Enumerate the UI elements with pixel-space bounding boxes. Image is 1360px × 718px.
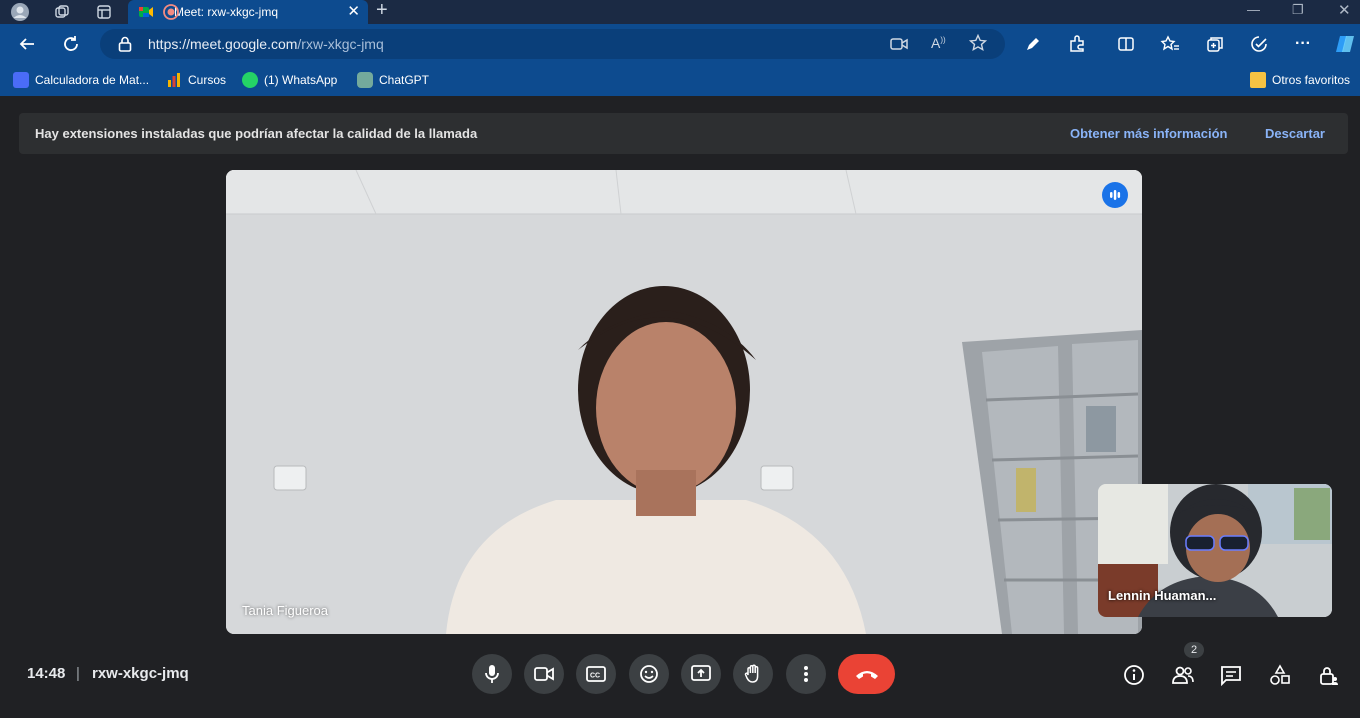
split-screen-icon[interactable]: [1113, 32, 1139, 56]
more-options-button[interactable]: [786, 654, 826, 694]
chatgpt-icon: [357, 72, 373, 88]
restore-icon[interactable]: ❐: [1292, 2, 1304, 18]
activities-button[interactable]: [1265, 660, 1295, 690]
meeting-time: 14:48: [27, 665, 66, 682]
calculator-icon: [13, 72, 29, 88]
bookmark-label: (1) WhatsApp: [264, 73, 338, 87]
main-participant-video[interactable]: Tania Figueroa: [226, 170, 1142, 634]
other-favorites-folder[interactable]: Otros favoritos: [1250, 72, 1350, 88]
more-options-icon[interactable]: ···: [1290, 32, 1316, 56]
bookmarks-bar: Calculadora de Mat... Cursos (1) WhatsAp…: [0, 64, 1360, 96]
chat-icon: [1221, 666, 1241, 686]
close-tab-icon[interactable]: ✕: [347, 2, 360, 20]
camera-button[interactable]: [524, 654, 564, 694]
bookmark-calculadora[interactable]: Calculadora de Mat...: [13, 72, 149, 88]
raise-hand-button[interactable]: [733, 654, 773, 694]
leave-call-button[interactable]: [838, 654, 895, 694]
extensions-icon[interactable]: [1064, 32, 1090, 56]
url-text[interactable]: https://meet.google.com/rxw-xkgc-jmq: [148, 36, 384, 52]
svg-text:CC: CC: [590, 673, 600, 680]
more-vertical-icon: [804, 666, 808, 682]
emoji-icon: [640, 665, 658, 683]
tab-actions-icon[interactable]: [92, 1, 116, 23]
banner-message: Hay extensiones instaladas que podrían a…: [35, 126, 478, 141]
profile-avatar-icon[interactable]: [8, 1, 32, 23]
meet-favicon-icon: [138, 4, 154, 20]
captions-button[interactable]: CC: [576, 654, 616, 694]
url-path: /rxw-xkgc-jmq: [297, 36, 384, 52]
favorite-star-icon[interactable]: [969, 34, 987, 52]
refresh-button[interactable]: [58, 32, 84, 56]
host-controls-button[interactable]: [1314, 660, 1344, 690]
bookmark-chatgpt[interactable]: ChatGPT: [357, 72, 429, 88]
bookmark-cursos[interactable]: Cursos: [166, 72, 226, 88]
lock-person-icon: [1320, 667, 1338, 685]
whatsapp-icon: [242, 72, 258, 88]
hang-up-icon: [855, 671, 878, 679]
self-view-video[interactable]: Lennin Huaman...: [1098, 484, 1332, 617]
shapes-icon: [1270, 664, 1290, 685]
browser-titlebar: Meet: rxw-xkgc-jmq ✕ + — ❐ ✕: [0, 0, 1360, 24]
lock-icon[interactable]: [118, 36, 132, 52]
self-participant-name: Lennin Huaman...: [1108, 588, 1217, 603]
speaking-indicator-icon: [1102, 182, 1128, 208]
camera-permission-icon[interactable]: [890, 36, 908, 52]
copilot-icon[interactable]: [1332, 32, 1358, 56]
arrow-left-icon: [19, 38, 34, 50]
read-aloud-icon[interactable]: A)): [931, 35, 946, 51]
present-screen-button[interactable]: [681, 654, 721, 694]
chat-button[interactable]: [1216, 660, 1246, 690]
hand-icon: [744, 664, 759, 683]
browser-tab-meet[interactable]: Meet: rxw-xkgc-jmq ✕: [128, 0, 368, 24]
reactions-button[interactable]: [629, 654, 669, 694]
pen-extension-icon[interactable]: [1020, 32, 1046, 56]
bookmark-label: ChatGPT: [379, 73, 430, 87]
captions-icon: CC: [586, 666, 606, 682]
main-participant-name: Tania Figueroa: [242, 603, 328, 618]
participants-count-badge: 2: [1184, 642, 1204, 658]
bookmark-whatsapp[interactable]: (1) WhatsApp: [242, 72, 337, 88]
extensions-warning-banner: Hay extensiones instaladas que podrían a…: [19, 113, 1348, 154]
people-icon: [1172, 666, 1194, 684]
info-icon: [1124, 665, 1144, 685]
tab-title: Meet: rxw-xkgc-jmq: [174, 5, 279, 19]
collections-icon[interactable]: [1202, 32, 1228, 56]
address-bar[interactable]: https://meet.google.com/rxw-xkgc-jmq A)): [100, 29, 1005, 59]
meeting-code: rxw-xkgc-jmq: [92, 665, 189, 682]
microphone-icon: [485, 665, 499, 683]
workspaces-icon[interactable]: [50, 1, 74, 23]
video-frame: [226, 170, 1142, 634]
minimize-icon[interactable]: —: [1247, 2, 1260, 17]
meeting-details-button[interactable]: [1119, 660, 1149, 690]
other-favorites-label: Otros favoritos: [1272, 73, 1351, 87]
close-window-icon[interactable]: ✕: [1338, 1, 1351, 19]
present-screen-icon: [691, 665, 711, 681]
bar-chart-icon: [166, 72, 182, 88]
bookmark-label: Calculadora de Mat...: [35, 73, 150, 87]
browser-essentials-icon[interactable]: [1246, 32, 1272, 56]
refresh-icon: [64, 36, 78, 51]
dismiss-button[interactable]: Descartar: [1265, 126, 1325, 141]
camera-icon: [534, 667, 554, 681]
bookmark-label: Cursos: [188, 73, 227, 87]
browser-toolbar: https://meet.google.com/rxw-xkgc-jmq A))…: [0, 24, 1360, 64]
back-button[interactable]: [14, 32, 40, 56]
more-info-link[interactable]: Obtener más información: [1070, 126, 1227, 141]
url-host: https://meet.google.com: [148, 36, 298, 52]
people-button[interactable]: [1168, 660, 1198, 690]
microphone-button[interactable]: [472, 654, 512, 694]
meeting-separator: |: [76, 665, 80, 682]
folder-icon: [1250, 72, 1266, 88]
new-tab-button[interactable]: +: [376, 0, 388, 20]
favorites-icon[interactable]: [1157, 32, 1183, 56]
recording-icon: [162, 3, 180, 21]
